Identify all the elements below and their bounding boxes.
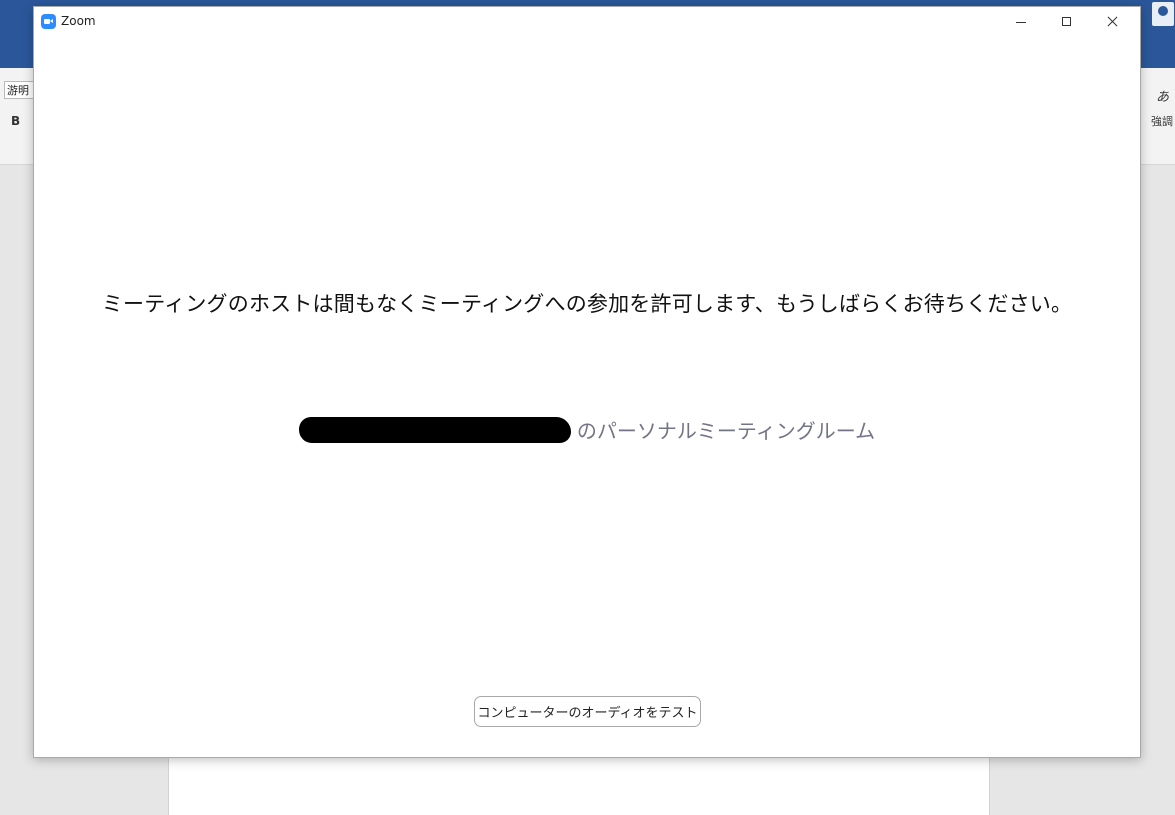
maximize-button[interactable] <box>1044 7 1090 37</box>
user-avatar-icon[interactable] <box>1152 2 1174 26</box>
font-name-box[interactable]: 游明 <box>4 81 34 99</box>
document-page <box>168 755 990 815</box>
bold-button[interactable]: B <box>11 114 20 128</box>
window-title: Zoom <box>61 14 96 28</box>
host-room-row: のパーソナルミーティングルーム <box>34 415 1140 445</box>
redacted-host-name <box>298 416 571 443</box>
style-preview-glyph[interactable]: あ <box>1156 86 1169 105</box>
close-button[interactable] <box>1090 7 1136 37</box>
test-computer-audio-button[interactable]: コンピューターのオーディオをテスト <box>474 696 701 727</box>
style-emphasis-label[interactable]: 強調 <box>1151 113 1173 129</box>
personal-meeting-room-label: のパーソナルミーティングルーム <box>576 419 876 443</box>
zoom-video-icon <box>41 14 56 29</box>
window-titlebar[interactable]: Zoom <box>34 7 1140 37</box>
minimize-button[interactable] <box>998 7 1044 37</box>
waiting-room-message: ミーティングのホストは間もなくミーティングへの参加を許可します、もうしばらくお待… <box>101 292 1073 316</box>
zoom-window: Zoom ミーティングのホストは間もなくミーティングへの参加を許可します、もうし… <box>33 6 1141 758</box>
